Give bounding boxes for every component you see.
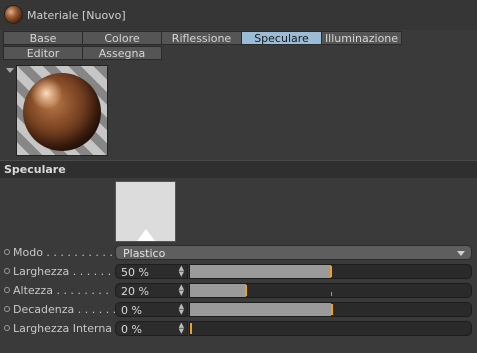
- material-sphere-icon: [5, 6, 22, 23]
- spinner-arrows-icon[interactable]: ▲ ▼: [179, 284, 184, 297]
- slider-handle[interactable]: [190, 323, 192, 334]
- spinner-arrows-icon[interactable]: ▲ ▼: [179, 265, 184, 278]
- specular-peak-shape: [137, 229, 155, 241]
- larghezza-interna-slider[interactable]: [189, 321, 472, 336]
- larghezza-input[interactable]: 50 % ▲ ▼: [115, 264, 188, 279]
- altezza-value: 20 %: [121, 285, 149, 298]
- param-label-larghezza-interna: Larghezza Interna: [13, 322, 113, 335]
- animation-bullet-icon[interactable]: [4, 268, 10, 274]
- preview-collapse-arrow-icon[interactable]: [6, 68, 14, 73]
- param-label-decadenza: Decadenza . . . . . .: [13, 303, 117, 316]
- altezza-input[interactable]: 20 % ▲ ▼: [115, 283, 188, 298]
- specular-curve-preview: [115, 181, 176, 242]
- slider-handle[interactable]: [245, 285, 247, 296]
- section-title: Speculare: [4, 163, 66, 176]
- param-label-modo: Modo . . . . . . . . . . .: [13, 246, 120, 259]
- animation-bullet-icon[interactable]: [4, 249, 10, 255]
- animation-bullet-icon[interactable]: [4, 306, 10, 312]
- slider-center-marker: [331, 304, 333, 315]
- param-row-modo: Modo . . . . . . . . . . . Plastico: [0, 244, 477, 260]
- param-row-larghezza-interna: Larghezza Interna 0 % ▲ ▼: [0, 320, 477, 336]
- slider-midpoint-tick: [331, 292, 332, 296]
- larghezza-interna-input[interactable]: 0 % ▲ ▼: [115, 321, 188, 336]
- window-titlebar: Materiale [Nuovo]: [0, 0, 477, 30]
- tab-speculare[interactable]: Speculare: [241, 31, 322, 45]
- tab-editor[interactable]: Editor: [3, 46, 83, 60]
- larghezza-slider[interactable]: [189, 264, 472, 279]
- tab-assegna[interactable]: Assegna: [82, 46, 162, 60]
- animation-bullet-icon[interactable]: [4, 287, 10, 293]
- animation-bullet-icon[interactable]: [4, 325, 10, 331]
- material-preview-sphere: [23, 73, 101, 151]
- slider-fill: [190, 265, 331, 278]
- param-row-altezza: Altezza . . . . . . . . 20 % ▲ ▼: [0, 282, 477, 298]
- modo-dropdown-value: Plastico: [123, 247, 166, 260]
- tab-base[interactable]: Base: [3, 31, 83, 45]
- slider-handle[interactable]: [330, 266, 332, 277]
- larghezza-interna-value: 0 %: [121, 323, 142, 336]
- slider-range-fill: [190, 303, 331, 316]
- param-row-larghezza: Larghezza . . . . . . 50 % ▲ ▼: [0, 263, 477, 279]
- decadenza-value: 0 %: [121, 304, 142, 317]
- modo-dropdown[interactable]: Plastico: [115, 245, 472, 260]
- window-title: Materiale [Nuovo]: [27, 9, 126, 22]
- tab-illuminazione[interactable]: Illuminazione: [321, 31, 402, 45]
- decadenza-input[interactable]: 0 % ▲ ▼: [115, 302, 188, 317]
- spinner-arrows-icon[interactable]: ▲ ▼: [179, 322, 184, 335]
- decadenza-slider[interactable]: [189, 302, 472, 317]
- tab-riflessione[interactable]: Riflessione: [161, 31, 242, 45]
- tab-colore[interactable]: Colore: [82, 31, 162, 45]
- larghezza-value: 50 %: [121, 266, 149, 279]
- spinner-arrows-icon[interactable]: ▲ ▼: [179, 303, 184, 316]
- chevron-down-icon: [457, 251, 465, 256]
- param-row-decadenza: Decadenza . . . . . . 0 % ▲ ▼: [0, 301, 477, 317]
- altezza-slider[interactable]: [189, 283, 472, 298]
- param-label-larghezza: Larghezza . . . . . .: [13, 265, 112, 278]
- material-preview[interactable]: [16, 65, 108, 156]
- slider-fill: [190, 284, 246, 297]
- param-label-altezza: Altezza . . . . . . . .: [13, 284, 109, 297]
- section-header: Speculare: [0, 160, 477, 178]
